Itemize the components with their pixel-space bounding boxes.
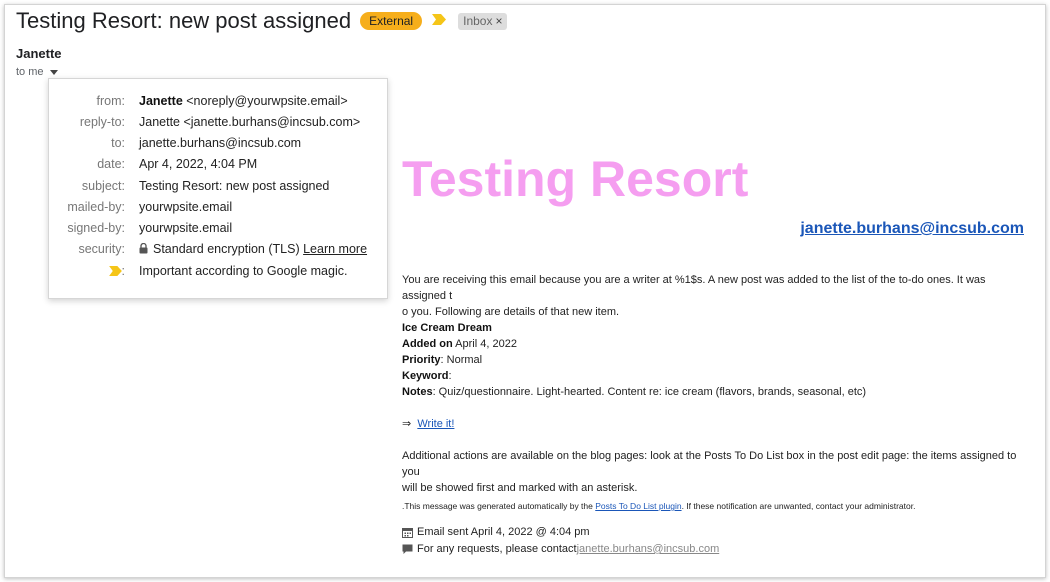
- caret-down-icon[interactable]: [49, 69, 58, 75]
- detail-label: security:: [78, 242, 125, 256]
- contact-line: For any requests, please contact janette…: [402, 543, 719, 555]
- brand-email-link[interactable]: janette.burhans@incsub.com: [800, 220, 1024, 238]
- subject-line: Testing Resort: new post assigned Extern…: [16, 8, 508, 34]
- comment-icon: [402, 544, 413, 554]
- detail-value: yourwpsite.email: [139, 200, 233, 214]
- detail-row-subject: subject: Testing Resort: new post assign…: [49, 179, 387, 199]
- detail-row-from: from: Janette <noreply@yourwpsite.email>: [49, 94, 387, 114]
- email-sent-text: Email sent April 4, 2022 @ 4:04 pm: [417, 526, 590, 538]
- added-value: April 4, 2022: [452, 338, 517, 350]
- plugin-link[interactable]: Posts To Do List plugin: [595, 501, 681, 511]
- intro-line: o you. Following are details of that new…: [402, 306, 620, 318]
- detail-value: Apr 4, 2022, 4:04 PM: [139, 157, 258, 171]
- detail-value: Important according to Google magic.: [139, 264, 348, 278]
- inbox-label-text: Inbox: [463, 13, 493, 28]
- keyword-value: :: [448, 370, 452, 382]
- added-label: Added on: [402, 338, 453, 350]
- detail-row-security: security: Standard encryption (TLS) Lear…: [49, 242, 387, 262]
- notes-label: Notes: [402, 386, 433, 398]
- detail-row-reply-to: reply-to: Janette <janette.burhans@incsu…: [49, 115, 387, 135]
- learn-more-link[interactable]: Learn more: [303, 242, 367, 256]
- detail-label: :: [25, 264, 125, 278]
- additional-line: Additional actions are available on the …: [402, 450, 1017, 478]
- detail-label: signed-by:: [67, 221, 125, 235]
- detail-row-to: to: janette.burhans@incsub.com: [49, 136, 387, 156]
- email-subject: Testing Resort: new post assigned: [16, 8, 352, 33]
- detail-label: subject:: [81, 179, 125, 193]
- lock-icon: [139, 243, 148, 254]
- detail-label: from:: [96, 94, 125, 108]
- arrow-icon: ⇒: [402, 418, 412, 430]
- write-it-link[interactable]: Write it!: [417, 418, 454, 430]
- detail-value: yourwpsite.email: [139, 221, 233, 235]
- calendar-icon: [402, 527, 413, 538]
- item-details: Ice Cream Dream Added on April 4, 2022 P…: [402, 320, 1024, 400]
- intro-line: You are receiving this email because you…: [402, 274, 986, 302]
- external-badge: External: [360, 12, 423, 30]
- auto-generated-note: .This message was generated automaticall…: [402, 498, 1024, 514]
- notes-value: : Quiz/questionnaire. Light-hearted. Con…: [432, 386, 867, 398]
- additional-line: will be showed first and marked with an …: [402, 482, 638, 494]
- detail-row-signed-by: signed-by: yourwpsite.email: [49, 221, 387, 241]
- detail-label: to:: [111, 136, 125, 150]
- detail-value: Janette <noreply@yourwpsite.email>: [139, 94, 348, 108]
- contact-prefix: For any requests, please contact: [417, 543, 577, 555]
- detail-label: mailed-by:: [67, 200, 125, 214]
- contact-email-link[interactable]: janette.burhans@incsub.com: [577, 543, 720, 555]
- from-name: Janette: [139, 94, 183, 108]
- brand-title: Testing Resort: [402, 151, 749, 207]
- detail-value: Testing Resort: new post assigned: [139, 179, 330, 193]
- email-details-popup: from: Janette <noreply@yourwpsite.email>…: [48, 78, 388, 299]
- detail-value: Standard encryption (TLS) Learn more: [139, 242, 367, 256]
- intro-paragraph: You are receiving this email because you…: [402, 272, 1024, 320]
- remove-label-icon[interactable]: ×: [495, 14, 502, 28]
- inbox-label-badge: Inbox ×: [458, 12, 508, 30]
- importance-colon: :: [121, 264, 125, 278]
- detail-row-importance: : Important according to Google magic.: [49, 264, 387, 284]
- security-value: Standard encryption (TLS): [153, 242, 300, 256]
- importance-marker-icon[interactable]: [432, 12, 447, 30]
- detail-row-date: date: Apr 4, 2022, 4:04 PM: [49, 157, 387, 177]
- auto-prefix: .This message was generated automaticall…: [402, 501, 596, 511]
- detail-label: reply-to:: [79, 115, 125, 129]
- additional-actions-paragraph: Additional actions are available on the …: [402, 448, 1024, 496]
- detail-label: date:: [97, 157, 125, 171]
- item-title: Ice Cream Dream: [402, 322, 492, 334]
- sender-name: Janette: [16, 46, 62, 61]
- detail-value: Janette <janette.burhans@incsub.com>: [139, 115, 361, 129]
- detail-value: janette.burhans@incsub.com: [139, 136, 302, 150]
- priority-label: Priority: [402, 354, 441, 366]
- from-address: <noreply@yourwpsite.email>: [182, 94, 348, 108]
- to-me-label: to me: [16, 66, 44, 78]
- email-sent-line: Email sent April 4, 2022 @ 4:04 pm: [402, 526, 590, 538]
- recipient-details-toggle[interactable]: to me: [16, 66, 58, 78]
- auto-suffix: . If these notification are unwanted, co…: [681, 501, 916, 511]
- keyword-label: Keyword: [402, 370, 449, 382]
- importance-marker-icon: [108, 266, 122, 276]
- priority-value: : Normal: [440, 354, 483, 366]
- detail-row-mailed-by: mailed-by: yourwpsite.email: [49, 200, 387, 220]
- write-it-line: ⇒ Write it!: [402, 416, 1024, 432]
